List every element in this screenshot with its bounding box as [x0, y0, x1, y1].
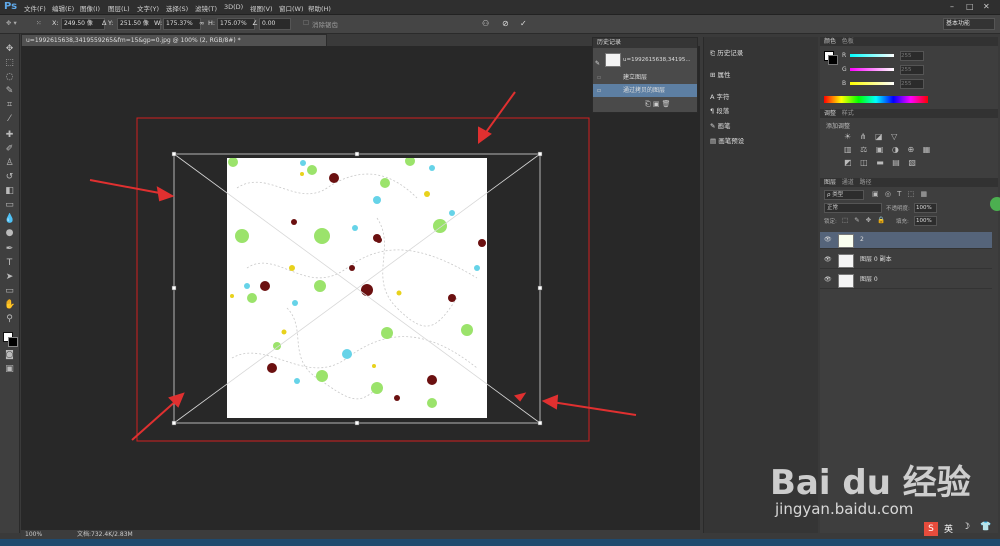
snapshot-thumbnail — [605, 53, 621, 67]
dock-brush-label: 画笔 — [717, 122, 731, 130]
visibility-eye-icon[interactable]: 👁 — [824, 232, 832, 248]
history-panel-tab[interactable]: 历史记录 — [593, 38, 697, 48]
history-step-row-selected[interactable]: ▫ 通过拷贝的图层 — [593, 84, 697, 97]
history-step-label: 建立图层 — [623, 74, 648, 81]
history-snapshot-row[interactable]: ✎ u=1992615638,34195... — [593, 50, 697, 70]
layer-thumbnail — [838, 274, 854, 288]
status-bar: 100% 文档:732.4K/2.83M — [21, 530, 700, 539]
tray-app-icon[interactable]: S — [924, 522, 938, 536]
snapshot-name: u=1992615638,34195... — [623, 57, 691, 63]
arrow-left-top-head — [156, 186, 175, 202]
tab-color[interactable]: 颜色 — [824, 38, 836, 45]
moon-icon[interactable]: ☽ — [962, 522, 970, 532]
layer-thumbnail — [838, 234, 854, 248]
floating-green-button[interactable] — [990, 197, 1000, 211]
dock-character-label: 字符 — [716, 93, 730, 101]
history-footer-icons[interactable]: ⎗ ▣ 🗑 — [645, 100, 671, 109]
layer-filter-icons[interactable]: ▣ ◎ T ⬚ ▦ — [872, 190, 929, 198]
tab-adjustments[interactable]: 调整 — [824, 110, 836, 117]
handle-bottom-middle — [354, 420, 360, 426]
g-value[interactable]: 255 — [900, 65, 924, 75]
channel-r-label: R — [842, 52, 847, 59]
arrow-right-bottom — [551, 401, 637, 416]
layer-kind-filter[interactable]: ρ 类型 — [824, 190, 864, 200]
g-slider[interactable] — [850, 68, 894, 71]
b-slider[interactable] — [850, 82, 894, 85]
tab-layers[interactable]: 图层 — [824, 179, 836, 186]
dock-paragraph-label: 段落 — [716, 107, 730, 115]
layer-name: 2 — [860, 236, 864, 243]
layer-row[interactable]: 👁 图层 0 副本 — [820, 252, 992, 269]
tab-paths[interactable]: 路径 — [860, 179, 872, 186]
dock-properties-label: 属性 — [717, 71, 731, 79]
history-panel: 历史记录 ✎ u=1992615638,34195... ▫ 建立图层 ▫ 通过… — [592, 37, 698, 113]
dock-character[interactable]: A 字符 — [710, 91, 730, 101]
arrow-right-bottom-head — [541, 394, 559, 410]
history-step-icon: ▫ — [597, 74, 602, 81]
adjustment-icons-row-2[interactable]: ▥ ⚖ ▣ ◑ ⊕ ▦ — [844, 145, 933, 154]
opacity-field[interactable]: 100% — [914, 203, 937, 213]
baidu-watermark-url: jingyan.baidu.com — [775, 500, 914, 518]
dock-brush-presets-label: 画笔预设 — [718, 137, 745, 145]
status-zoom[interactable]: 100% — [25, 530, 42, 539]
handle-bottom-left — [171, 420, 177, 426]
history-step-label: 通过拷贝的图层 — [623, 87, 666, 94]
dock-brush[interactable]: ✎ 画笔 — [710, 120, 731, 130]
tab-styles[interactable]: 样式 — [842, 110, 854, 117]
history-step-row[interactable]: ▫ 建立图层 — [593, 71, 697, 84]
dock-paragraph[interactable]: ¶ 段落 — [710, 105, 729, 115]
handle-middle-right — [537, 285, 543, 291]
layer-name: 图层 0 副本 — [860, 256, 892, 263]
status-doc-size[interactable]: 文档:732.4K/2.83M — [77, 530, 133, 539]
fill-field[interactable]: 100% — [914, 216, 937, 226]
opacity-label: 不透明度: — [886, 206, 910, 212]
color-panel-tabs[interactable]: 颜色 色板 — [820, 37, 998, 46]
channel-b-label: B — [842, 80, 847, 87]
adjust-panel-tabs[interactable]: 调整 样式 — [820, 109, 998, 118]
layer-thumbnail — [838, 254, 854, 268]
color-bg-swatch[interactable] — [828, 55, 838, 65]
adjust-hint: 添加调整 — [826, 123, 851, 130]
os-taskbar — [0, 539, 1000, 546]
layer-row-selected[interactable]: 👁 2 — [820, 232, 992, 249]
lock-label: 锁定: — [824, 219, 837, 225]
selection-outline — [136, 117, 590, 442]
color-spectrum-bar[interactable] — [824, 96, 928, 103]
dock-brush-presets[interactable]: ▤ 画笔预设 — [710, 135, 744, 145]
dock-history[interactable]: ⎗ 历史记录 — [710, 47, 743, 58]
blend-mode-select[interactable]: 正常 — [824, 203, 882, 213]
tab-swatches[interactable]: 色板 — [842, 38, 854, 45]
handle-top-middle — [354, 151, 360, 157]
r-slider[interactable] — [850, 54, 894, 57]
shirt-icon[interactable]: 👕 — [980, 522, 991, 532]
baidu-watermark-logo: Bai du 经验 — [770, 463, 971, 503]
handle-bottom-right — [537, 420, 543, 426]
visibility-eye-icon[interactable]: 👁 — [824, 252, 832, 268]
layer-row[interactable]: 👁 图层 0 — [820, 272, 992, 289]
history-step-icon: ▫ — [597, 87, 602, 94]
channel-g-label: G — [842, 66, 847, 73]
arrow-top — [483, 91, 516, 136]
handle-middle-left — [171, 285, 177, 291]
lock-icons[interactable]: ⬚ ✎ ✥ 🔒 — [842, 216, 887, 224]
adjustment-icons-row-3[interactable]: ◩ ◫ ▬ ▤ ▧ — [844, 158, 919, 167]
layer-name: 图层 0 — [860, 276, 878, 283]
dock-history-label: 历史记录 — [717, 49, 744, 57]
adjustment-icons-row-1[interactable]: ☀ ⋔ ◪ ▽ — [844, 132, 900, 141]
tab-channels[interactable]: 通道 — [842, 179, 854, 186]
arrow-left-bottom — [131, 399, 178, 441]
ime-indicator[interactable]: 英 — [944, 522, 953, 535]
visibility-eye-icon[interactable]: 👁 — [824, 272, 832, 288]
b-value[interactable]: 255 — [900, 79, 924, 89]
arrow-left-top — [89, 179, 166, 195]
r-value[interactable]: 255 — [900, 51, 924, 61]
handle-top-right — [537, 151, 543, 157]
dock-properties[interactable]: ⊞ 属性 — [710, 69, 731, 79]
layers-panel-tabs[interactable]: 图层 通道 路径 — [820, 178, 998, 187]
handle-top-left — [171, 151, 177, 157]
fill-label: 填充: — [896, 219, 909, 225]
arrow-small-right — [514, 392, 527, 402]
